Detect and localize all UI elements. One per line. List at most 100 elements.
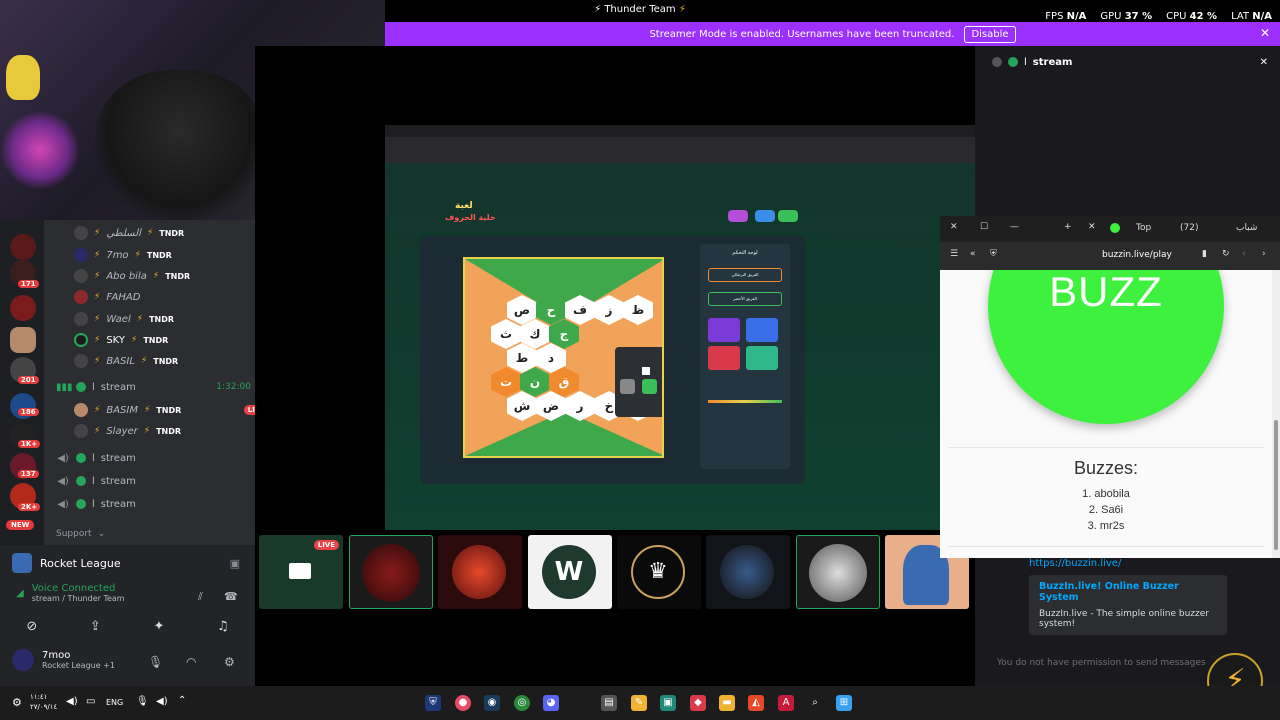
disable-button[interactable]: Disable	[964, 25, 1016, 43]
back-icon[interactable]: ‹	[1242, 249, 1246, 259]
voice-member[interactable]: ⚡BASIM⚡TNDRLIVE	[74, 400, 269, 420]
search-icon[interactable]: ⌕	[807, 695, 823, 711]
brave-icon[interactable]: ◭	[748, 695, 764, 711]
voice-member[interactable]: ⚡ Wael ⚡ TNDR	[74, 309, 269, 329]
activity-row[interactable]: Rocket League ▣	[12, 549, 254, 577]
shield-icon[interactable]: ⛨	[425, 695, 441, 711]
voice-member[interactable]: ⚡ 7mo ⚡ TNDR	[74, 245, 269, 265]
close-icon[interactable]: ✕	[1260, 57, 1268, 68]
reload-icon[interactable]: ↻	[1222, 249, 1230, 259]
voice-member[interactable]: ⚡ Slayer ⚡ TNDR	[74, 421, 269, 441]
menu-icon[interactable]: ☰	[950, 249, 958, 259]
buzz-button-label[interactable]: BUZZ	[988, 270, 1224, 316]
control-button[interactable]	[708, 346, 740, 370]
participant-tile[interactable]	[438, 535, 522, 609]
mic-icon[interactable]: 🎙	[136, 696, 149, 707]
tab-close-icon[interactable]: ✕	[1088, 222, 1096, 232]
hex-cell[interactable]: ت	[491, 367, 521, 397]
chrome-icon[interactable]: ◎	[514, 695, 530, 711]
scrollbar[interactable]	[1272, 270, 1280, 558]
language-indicator[interactable]: ENG	[106, 698, 123, 707]
app-icon[interactable]: ▣	[660, 695, 676, 711]
back-double-icon[interactable]: «	[970, 249, 976, 259]
participant-tile[interactable]	[796, 535, 880, 609]
participant-tile[interactable]	[706, 535, 790, 609]
screen-share-icon[interactable]: ▣	[230, 557, 240, 570]
control-button[interactable]	[746, 346, 778, 370]
mic-icon[interactable]: 🎙	[148, 655, 163, 669]
soundboard-icon[interactable]: ♫	[217, 619, 229, 634]
disconnect-icon[interactable]: ☎	[224, 590, 238, 603]
notepad-icon[interactable]: ▤	[601, 695, 617, 711]
discord-icon[interactable]: ◕	[543, 695, 559, 711]
close-icon[interactable]: ✕	[950, 222, 958, 232]
server-icon[interactable]	[10, 327, 36, 353]
volume-icon[interactable]: ◀)	[156, 696, 168, 707]
settings-icon[interactable]: ⚙	[12, 696, 22, 709]
url-field[interactable]: buzzin.live/play	[1102, 250, 1172, 260]
speaker-icon[interactable]: ◀)	[66, 696, 78, 707]
network-icon[interactable]: ▭	[86, 696, 95, 707]
participant-tile[interactable]: ♛	[617, 535, 701, 609]
participant-tile[interactable]	[349, 535, 433, 609]
voice-member[interactable]: ⚡ FAHAD	[74, 287, 269, 307]
browser-tab[interactable]: شباب	[1236, 223, 1257, 233]
voice-channel[interactable]: ◀) l stream	[56, 448, 251, 468]
stream-thumbnail[interactable]: LIVE	[259, 535, 343, 609]
hex-cell[interactable]: ث	[491, 319, 521, 349]
noise-suppression-icon[interactable]: ⫽	[198, 590, 203, 604]
browser-tab[interactable]: Top	[1136, 223, 1151, 233]
bookmark-icon[interactable]: ▮	[1202, 249, 1207, 259]
shield-icon[interactable]: ⛨	[990, 249, 997, 259]
embed-title[interactable]: BuzzIn.live! Online Buzzer System	[1039, 581, 1217, 603]
game-button[interactable]	[778, 210, 798, 222]
browser-tab[interactable]: (72)	[1180, 223, 1198, 233]
voice-channel[interactable]: ◀) l stream	[56, 471, 251, 491]
game-button[interactable]	[728, 210, 748, 222]
forward-icon[interactable]: ›	[1262, 249, 1266, 259]
control-button[interactable]	[746, 318, 778, 342]
activities-icon[interactable]: ✦	[153, 619, 164, 634]
unread-badge: 171	[18, 280, 39, 288]
voice-member[interactable]: ⚡ Abo bila ⚡ TNDR	[74, 266, 269, 286]
server-icon[interactable]	[10, 234, 36, 260]
clock[interactable]: ١١:٤١ ٢٧/٠٩/١٤	[30, 692, 57, 712]
category-support[interactable]: Support ⌄	[56, 524, 251, 544]
link-url[interactable]: https://buzzin.live/	[1029, 558, 1229, 569]
voice-member[interactable]: ⚡ SKY ⚡ TNDR	[74, 330, 269, 350]
file-explorer-icon[interactable]: ▬	[719, 695, 735, 711]
new-tab-icon[interactable]: +	[1064, 222, 1072, 232]
game-button[interactable]	[755, 210, 775, 222]
steam-icon[interactable]: ◉	[484, 695, 500, 711]
control-button[interactable]	[708, 318, 740, 342]
close-icon[interactable]: ✕	[1260, 26, 1270, 40]
app-icon[interactable]: ◆	[690, 695, 706, 711]
participant-tile[interactable]: W	[528, 535, 612, 609]
settings-gear-icon[interactable]: ⚙	[224, 655, 235, 669]
minimize-icon[interactable]: —	[1010, 222, 1019, 232]
voice-member[interactable]: ⚡ BASIL ⚡ TNDR	[74, 351, 269, 371]
buzzes-title: Buzzes:	[1073, 458, 1139, 478]
obs-icon[interactable]: ●	[455, 695, 471, 711]
windows-start-icon[interactable]: ⊞	[836, 695, 852, 711]
voice-channel-stream[interactable]: ▮▮▮ l stream 1:32:00	[56, 377, 251, 397]
screen-share-button[interactable]: ⇪	[90, 619, 101, 634]
headset-icon[interactable]: ◠	[186, 655, 196, 669]
maximize-icon[interactable]: ☐	[980, 222, 988, 232]
app-icon[interactable]: A	[778, 695, 794, 711]
popup-green-button[interactable]	[642, 379, 657, 394]
chat-input[interactable]: You do not have permission to send messa…	[997, 650, 1227, 676]
voice-channel[interactable]: ◀) l stream	[56, 494, 251, 514]
camera-off-icon[interactable]: ⊘	[26, 619, 37, 634]
chevron-up-icon[interactable]: ⌃	[178, 695, 186, 706]
game-logo: لعبة	[455, 201, 473, 211]
server-icon[interactable]	[10, 295, 36, 321]
slider-track[interactable]	[708, 400, 782, 403]
voice-member[interactable]: ⚡ السلطي ⚡ TNDR	[74, 223, 269, 243]
user-info[interactable]: 7moo Rocket League +1	[12, 649, 115, 671]
active-tab-favicon[interactable]	[1110, 223, 1120, 233]
popup-close-button[interactable]	[620, 379, 635, 394]
game-screen-share[interactable]: لعبة خلية الحروف ص ح ف ز ظ ث ك ج ط د ت ن…	[385, 125, 975, 530]
popup-checkbox[interactable]	[642, 367, 650, 375]
app-icon[interactable]: ✎	[631, 695, 647, 711]
